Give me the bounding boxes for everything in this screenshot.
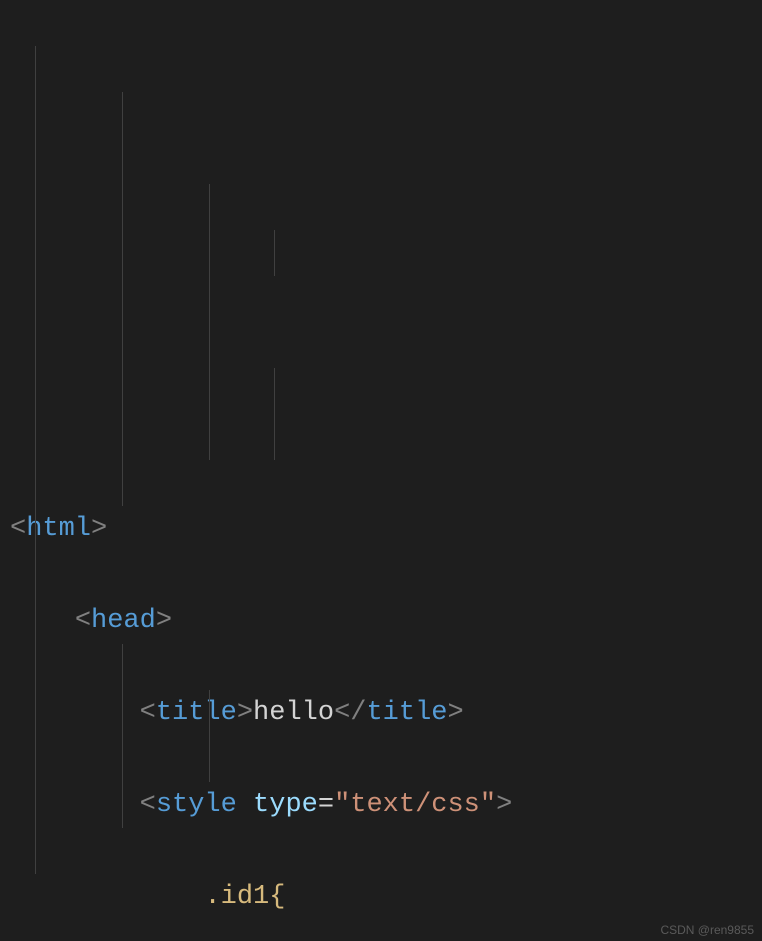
code-line[interactable]: <head>: [10, 598, 762, 644]
code-line[interactable]: <title>hello</title>: [10, 690, 762, 736]
code-line[interactable]: <html>: [10, 506, 762, 552]
code-line[interactable]: .id1{: [10, 874, 762, 920]
watermark: CSDN @ren9855: [660, 923, 754, 937]
code-line[interactable]: <style type="text/css">: [10, 782, 762, 828]
code-editor[interactable]: <html> <head> <title>hello</title> <styl…: [0, 0, 762, 941]
